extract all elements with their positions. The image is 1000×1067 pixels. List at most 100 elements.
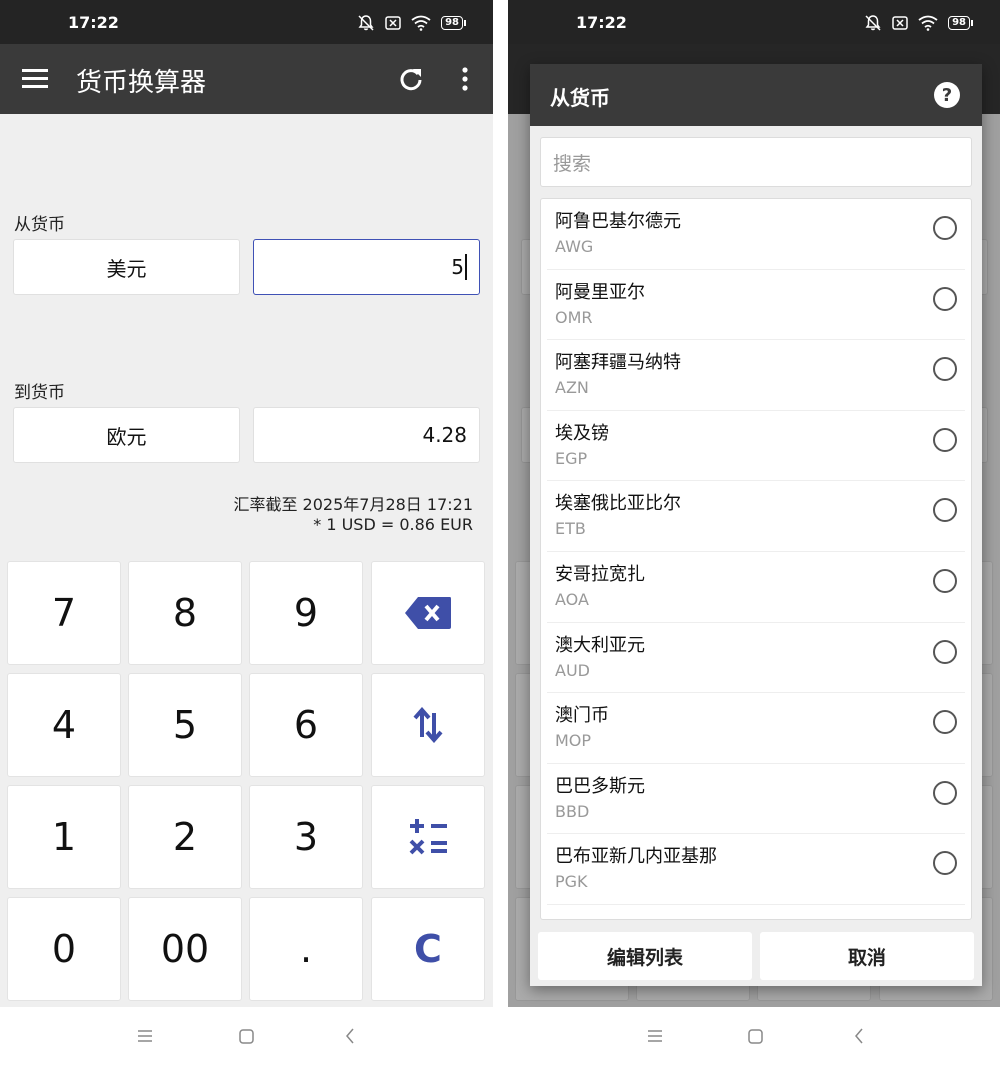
close-box-icon	[892, 16, 908, 30]
recents-icon[interactable]	[137, 1029, 153, 1043]
battery-icon: 98	[948, 16, 973, 30]
currency-list-item[interactable]: 澳大利亚元 AUD	[547, 623, 965, 694]
key-6[interactable]: 6	[249, 673, 363, 777]
currency-list[interactable]: 阿鲁巴基尔德元 AWG 阿曼里亚尔 OMR 阿塞拜疆马纳特 AZN 埃及镑 EGP 埃塞俄比亚比…	[540, 198, 972, 920]
currency-list-item[interactable]: 阿塞拜疆马纳特 AZN	[547, 340, 965, 411]
mute-bell-icon	[358, 15, 374, 31]
help-icon[interactable]: ?	[934, 82, 960, 108]
rate-date: 汇率截至 2025年7月28日 17:21	[233, 495, 473, 514]
from-amount-value: 5	[451, 255, 464, 279]
back-icon[interactable]	[345, 1028, 355, 1044]
app-title: 货币换算器	[76, 68, 207, 98]
currency-name: 澳门币	[555, 705, 609, 727]
back-icon[interactable]	[854, 1028, 864, 1044]
swap-key[interactable]	[371, 673, 485, 777]
more-options-icon[interactable]	[452, 66, 478, 92]
system-nav-bar	[508, 1007, 1000, 1067]
from-currency-select[interactable]: 美元	[13, 239, 240, 295]
system-nav-bar	[0, 1007, 493, 1067]
app-bar: 货币换算器	[0, 44, 493, 114]
swap-arrows-icon	[413, 707, 443, 743]
status-time: 17:22	[576, 13, 627, 32]
search-input[interactable]: 搜索	[540, 137, 972, 187]
status-time: 17:22	[68, 13, 119, 32]
key-9[interactable]: 9	[249, 561, 363, 665]
key-decimal[interactable]: .	[249, 897, 363, 1001]
currency-code: ETB	[555, 519, 586, 539]
currency-name: 澳大利亚元	[555, 634, 645, 656]
to-currency-label: 到货币	[14, 383, 65, 403]
backspace-key[interactable]	[371, 561, 485, 665]
currency-code: AWG	[555, 237, 594, 256]
currency-code: PGK	[555, 872, 588, 892]
currency-picker-dialog: 从货币 ? 搜索 阿鲁巴基尔德元 AWG 阿曼里亚尔 OMR 阿塞拜疆马纳特 AZN 埃及镑…	[530, 64, 982, 986]
currency-code: BBD	[555, 801, 590, 821]
key-00[interactable]: 00	[128, 897, 242, 1001]
status-bar: 17:22 98	[508, 0, 1000, 44]
to-amount-output: 4.28	[253, 407, 480, 463]
currency-code: EGP	[555, 448, 588, 468]
from-currency-label: 从货币	[14, 215, 65, 235]
rate-formula: * 1 USD = 0.86 EUR	[313, 515, 473, 534]
status-icons: 98	[864, 14, 973, 32]
radio-button[interactable]	[933, 216, 957, 240]
cancel-button[interactable]: 取消	[760, 932, 974, 980]
radio-button[interactable]	[933, 286, 957, 311]
calculator-key[interactable]	[371, 785, 485, 889]
currency-code: OMR	[555, 307, 593, 327]
to-currency-select[interactable]: 欧元	[13, 407, 240, 463]
radio-button[interactable]	[933, 639, 957, 664]
key-5[interactable]: 5	[128, 673, 242, 777]
dialog-header: 从货币 ?	[530, 64, 982, 126]
text-cursor	[465, 254, 467, 280]
close-box-icon	[385, 16, 401, 30]
key-2[interactable]: 2	[128, 785, 242, 889]
radio-button[interactable]	[933, 568, 957, 593]
dialog-title: 从货币	[550, 86, 610, 110]
clear-key[interactable]: C	[371, 897, 485, 1001]
currency-code: AUD	[555, 660, 590, 680]
radio-button[interactable]	[933, 427, 957, 452]
recents-icon[interactable]	[647, 1029, 663, 1043]
currency-list-item[interactable]: 阿曼里亚尔 OMR	[547, 270, 965, 341]
currency-name: 巴巴多斯元	[555, 775, 645, 797]
status-icons: 98	[357, 14, 466, 32]
home-icon[interactable]	[748, 1029, 763, 1044]
key-0[interactable]: 0	[7, 897, 121, 1001]
currency-list-item[interactable]: 巴巴多斯元 BBD	[547, 764, 965, 835]
key-3[interactable]: 3	[249, 785, 363, 889]
currency-name: 阿鲁巴基尔德元	[555, 211, 681, 232]
currency-name: 埃塞俄比亚比尔	[555, 493, 681, 515]
wifi-icon	[918, 15, 938, 31]
wifi-icon	[411, 15, 431, 31]
radio-button[interactable]	[933, 357, 957, 382]
currency-code: AZN	[555, 378, 589, 398]
key-1[interactable]: 1	[7, 785, 121, 889]
screen-divider	[493, 0, 508, 1067]
currency-list-item[interactable]: 埃塞俄比亚比尔 ETB	[547, 481, 965, 552]
radio-button[interactable]	[933, 710, 957, 735]
key-4[interactable]: 4	[7, 673, 121, 777]
currency-name: 阿曼里亚尔	[555, 281, 645, 303]
calculator-operators-icon	[409, 819, 447, 855]
currency-list-item[interactable]: 阿鲁巴基尔德元 AWG	[547, 199, 965, 270]
currency-list-item[interactable]: 安哥拉宽扎 AOA	[547, 552, 965, 623]
currency-name: 安哥拉宽扎	[555, 563, 645, 585]
home-icon[interactable]	[239, 1029, 254, 1044]
edit-list-button[interactable]: 编辑列表	[538, 932, 752, 980]
currency-name: 阿塞拜疆马纳特	[555, 352, 681, 374]
status-bar: 17:22 98	[0, 0, 493, 44]
menu-icon[interactable]	[22, 68, 48, 90]
key-7[interactable]: 7	[7, 561, 121, 665]
from-amount-input[interactable]: 5	[253, 239, 480, 295]
backspace-icon	[405, 597, 451, 629]
radio-button[interactable]	[933, 851, 957, 876]
currency-name: 巴布亚新几内亚基那	[555, 846, 717, 868]
currency-list-item[interactable]: 澳门币 MOP	[547, 693, 965, 764]
currency-list-item[interactable]: 埃及镑 EGP	[547, 411, 965, 482]
radio-button[interactable]	[933, 498, 957, 523]
currency-list-item[interactable]: 巴布亚新几内亚基那 PGK	[547, 834, 965, 905]
refresh-icon[interactable]	[398, 66, 424, 92]
key-8[interactable]: 8	[128, 561, 242, 665]
radio-button[interactable]	[933, 780, 957, 805]
